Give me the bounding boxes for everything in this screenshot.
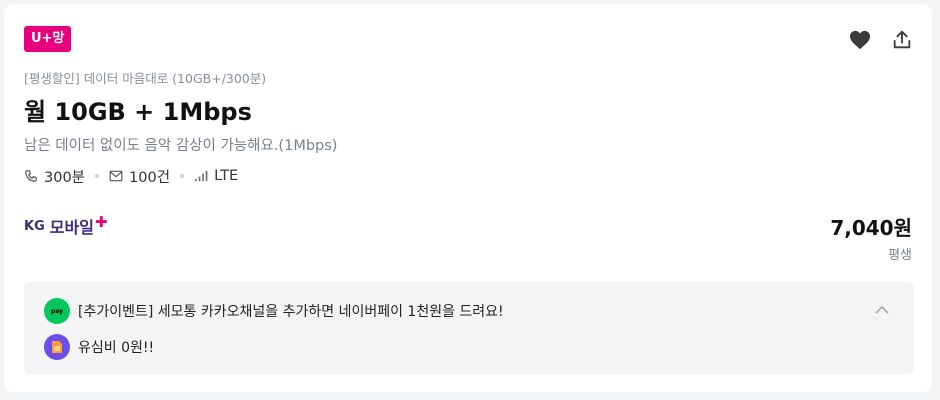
- carrier-logo-name: 모바일: [49, 218, 94, 237]
- voice-minutes: 300분: [44, 169, 86, 186]
- event-text: 유심비 0원!!: [78, 340, 155, 356]
- plan-price: 7,040원: [830, 216, 912, 240]
- plan-specs: 300분 100건 LTE: [24, 164, 238, 188]
- event-box: pay [추가이벤트] 세모통 카카오채널을 추가하면 네이버페이 1천원을 드…: [24, 282, 914, 374]
- collapse-button[interactable]: [870, 298, 894, 322]
- chevron-up-icon: [875, 306, 889, 314]
- price-period: 평생: [888, 248, 912, 263]
- event-item: 유심비 0원!!: [44, 334, 154, 360]
- network-type: LTE: [214, 168, 239, 184]
- signal-icon: [195, 170, 208, 182]
- network-badge: U+망: [24, 26, 72, 52]
- plan-title: 월 10GB + 1Mbps: [24, 98, 252, 126]
- share-icon: [893, 30, 911, 49]
- event-item: pay [추가이벤트] 세모통 카카오채널을 추가하면 네이버페이 1천원을 드…: [44, 298, 504, 324]
- carrier-logo-kg: KG: [24, 218, 45, 234]
- favorite-button[interactable]: [846, 26, 874, 54]
- mail-icon: [109, 170, 123, 182]
- voice-spec: 300분: [24, 166, 85, 187]
- carrier-logo: KG 모바일 ✚: [24, 213, 108, 238]
- sim-card-icon: [44, 334, 70, 360]
- sms-spec: 100건: [109, 166, 170, 187]
- plan-subtitle: [평생할인] 데이터 마음대로 (10GB+/300분): [24, 71, 267, 86]
- carrier-logo-plus: ✚: [94, 213, 108, 231]
- plan-card[interactable]: U+망 [평생할인] 데이터 마음대로 (10GB+/300분) 월 10GB …: [4, 4, 932, 392]
- plan-description: 남은 데이터 없이도 음악 감상이 가능해요.(1Mbps): [24, 138, 338, 154]
- share-button[interactable]: [888, 26, 916, 54]
- spec-divider: [180, 174, 185, 178]
- heart-icon: [850, 30, 870, 50]
- network-spec: LTE: [194, 168, 238, 184]
- phone-icon: [25, 170, 37, 182]
- sms-count: 100건: [129, 169, 171, 186]
- event-text: [추가이벤트] 세모통 카카오채널을 추가하면 네이버페이 1천원을 드려요!: [78, 304, 504, 320]
- naverpay-icon-label: pay: [50, 307, 64, 315]
- naverpay-icon: pay: [44, 298, 70, 324]
- spec-divider: [95, 174, 100, 178]
